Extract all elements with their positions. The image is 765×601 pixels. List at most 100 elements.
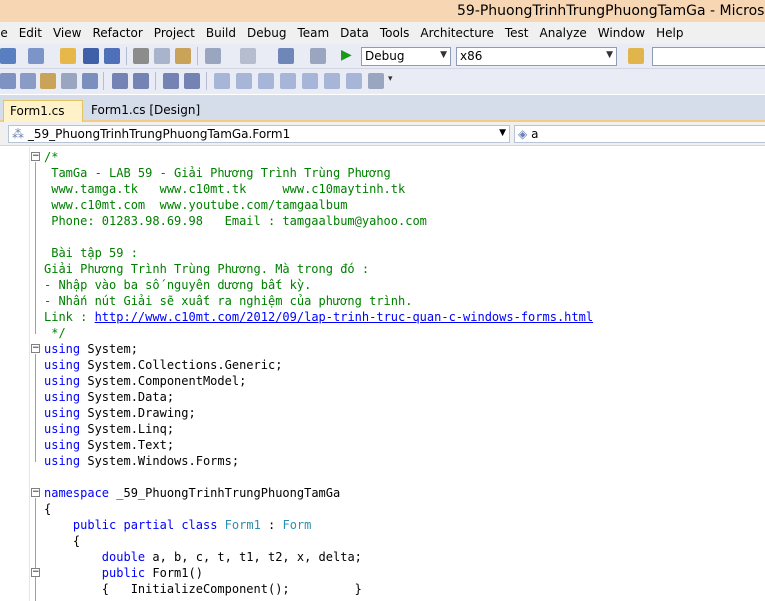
start-debugging-icon[interactable]: ▶ <box>341 47 352 63</box>
solution-platform-combo[interactable]: x86 ▼ <box>456 47 617 66</box>
new-project-icon[interactable] <box>0 48 16 64</box>
menu-test[interactable]: Test <box>505 26 529 40</box>
menu-help[interactable]: Help <box>656 26 683 40</box>
code-editor[interactable]: − − − − /* TamGa - LAB 59 - Giải Phương … <box>0 147 765 601</box>
menu-architecture[interactable]: Architecture <box>420 26 493 40</box>
clear-bookmarks-icon[interactable] <box>368 73 384 89</box>
solution-configuration-combo[interactable]: Debug ▼ <box>361 47 451 66</box>
keyword: using <box>44 454 81 468</box>
namespace-ref: System.Collections.Generic; <box>80 358 283 372</box>
code-line: using System.ComponentModel; <box>44 373 593 389</box>
code-line: TamGa - LAB 59 - Giải Phương Trình Trùng… <box>44 166 391 180</box>
cut-icon[interactable] <box>133 48 149 64</box>
decrease-indent-icon[interactable] <box>112 73 128 89</box>
outline-line <box>35 162 36 334</box>
menu-analyze[interactable]: Analyze <box>540 26 587 40</box>
navigate-forward-icon[interactable] <box>310 48 326 64</box>
display-parameter-info-icon[interactable] <box>20 73 36 89</box>
collapse-icon[interactable]: − <box>31 488 40 497</box>
namespace-ref: System.Data; <box>80 390 175 404</box>
menu-tools[interactable]: Tools <box>380 26 410 40</box>
display-quick-info-icon[interactable] <box>40 73 56 89</box>
keyword: using <box>44 390 81 404</box>
code-line: using System; <box>44 341 593 357</box>
bookmark-icon[interactable] <box>214 73 230 89</box>
copy-icon[interactable] <box>154 48 170 64</box>
namespace-ref: System.Drawing; <box>80 406 196 420</box>
chevron-down-icon: ▼ <box>606 50 613 60</box>
code-line: public Form1() <box>44 565 593 581</box>
save-icon[interactable] <box>83 48 99 64</box>
colon: : <box>260 518 283 532</box>
member-combo[interactable]: ◈ a <box>514 125 765 143</box>
menu-window[interactable]: Window <box>598 26 645 40</box>
comment-lines-icon[interactable] <box>163 73 179 89</box>
toggle-bookmark-icon[interactable] <box>82 73 98 89</box>
increase-indent-icon[interactable] <box>133 73 149 89</box>
hyperlink[interactable]: http://www.c10mt.com/2012/09/lap-trinh-t… <box>95 310 594 324</box>
previous-bookmark-icon[interactable] <box>236 73 252 89</box>
save-all-icon[interactable] <box>104 48 120 64</box>
menu-project[interactable]: Project <box>154 26 195 40</box>
field-list: a, b, c, t, t1, t2, x, delta; <box>145 550 362 564</box>
keyword: partial <box>123 518 175 532</box>
collapse-icon[interactable]: − <box>31 344 40 353</box>
keyword: using <box>44 406 81 420</box>
menu-edit[interactable]: Edit <box>19 26 42 40</box>
namespace-name: _59_PhuongTrinhTrungPhuongTamGa <box>109 486 341 500</box>
menu-data[interactable]: Data <box>340 26 369 40</box>
code-text: /* TamGa - LAB 59 - Giải Phương Trình Tr… <box>44 149 593 597</box>
code-line: using System.Collections.Generic; <box>44 357 593 373</box>
keyword: public <box>101 566 146 580</box>
menu-team[interactable]: Team <box>297 26 329 40</box>
namespace-ref: System.ComponentModel; <box>80 374 247 388</box>
add-item-icon[interactable] <box>28 48 44 64</box>
paste-icon[interactable] <box>175 48 191 64</box>
find-in-files-icon[interactable] <box>628 48 644 64</box>
undo-icon[interactable] <box>205 48 221 64</box>
menu-refactor[interactable]: Refactor <box>92 26 142 40</box>
class-name: Form1 <box>224 518 261 532</box>
code-line: */ <box>44 326 66 340</box>
tab-form1-cs[interactable]: Form1.cs <box>3 100 83 122</box>
menu-file[interactable]: le <box>0 26 8 40</box>
uncomment-lines-icon[interactable] <box>184 73 200 89</box>
base-class-name: Form <box>282 518 312 532</box>
chevron-down-icon: ▼ <box>499 128 506 138</box>
next-bookmark-icon[interactable] <box>258 73 274 89</box>
toolbar-options-icon[interactable]: ▾ <box>388 74 393 84</box>
display-object-member-list-icon[interactable] <box>0 73 16 89</box>
code-line: Phone: 01283.98.69.98 Email : tamgaalbum… <box>44 214 427 228</box>
constructor-signature: Form1() <box>145 566 203 580</box>
menu-build[interactable]: Build <box>206 26 236 40</box>
collapse-icon[interactable]: − <box>31 568 40 577</box>
solution-configuration-value: Debug <box>365 49 405 63</box>
type-combo[interactable]: ⁂ _59_PhuongTrinhTrungPhuongTamGa.Form1 … <box>8 125 510 143</box>
code-line: /* <box>44 150 59 164</box>
navigate-backward-icon[interactable] <box>278 48 294 64</box>
constructor-body: { InitializeComponent(); } <box>101 582 362 596</box>
next-bookmark-in-document-icon[interactable] <box>346 73 362 89</box>
previous-bookmark-in-folder-icon[interactable] <box>280 73 296 89</box>
code-line: Bài tập 59 : <box>44 246 138 260</box>
type-combo-value: _59_PhuongTrinhTrungPhuongTamGa.Form1 <box>27 127 291 141</box>
open-folder-icon[interactable] <box>60 48 76 64</box>
tab-form1-design[interactable]: Form1.cs [Design] <box>85 100 206 122</box>
collapse-icon[interactable]: − <box>31 152 40 161</box>
menu-view[interactable]: View <box>53 26 81 40</box>
code-line: using System.Windows.Forms; <box>44 453 593 469</box>
display-word-completion-icon[interactable] <box>61 73 77 89</box>
keyword: using <box>44 358 81 372</box>
solution-platform-value: x86 <box>460 49 483 63</box>
keyword: using <box>44 374 81 388</box>
previous-bookmark-in-document-icon[interactable] <box>324 73 340 89</box>
link-prefix: Link : <box>44 310 95 324</box>
code-line: www.tamga.tk www.c10mt.tk www.c10maytinh… <box>44 182 406 196</box>
redo-icon[interactable] <box>240 48 256 64</box>
find-combo[interactable] <box>652 47 765 66</box>
next-bookmark-in-folder-icon[interactable] <box>302 73 318 89</box>
menu-debug[interactable]: Debug <box>247 26 286 40</box>
code-line: Giải Phương Trình Trùng Phương. Mà trong… <box>44 262 370 276</box>
toolbar-separator <box>103 72 104 90</box>
